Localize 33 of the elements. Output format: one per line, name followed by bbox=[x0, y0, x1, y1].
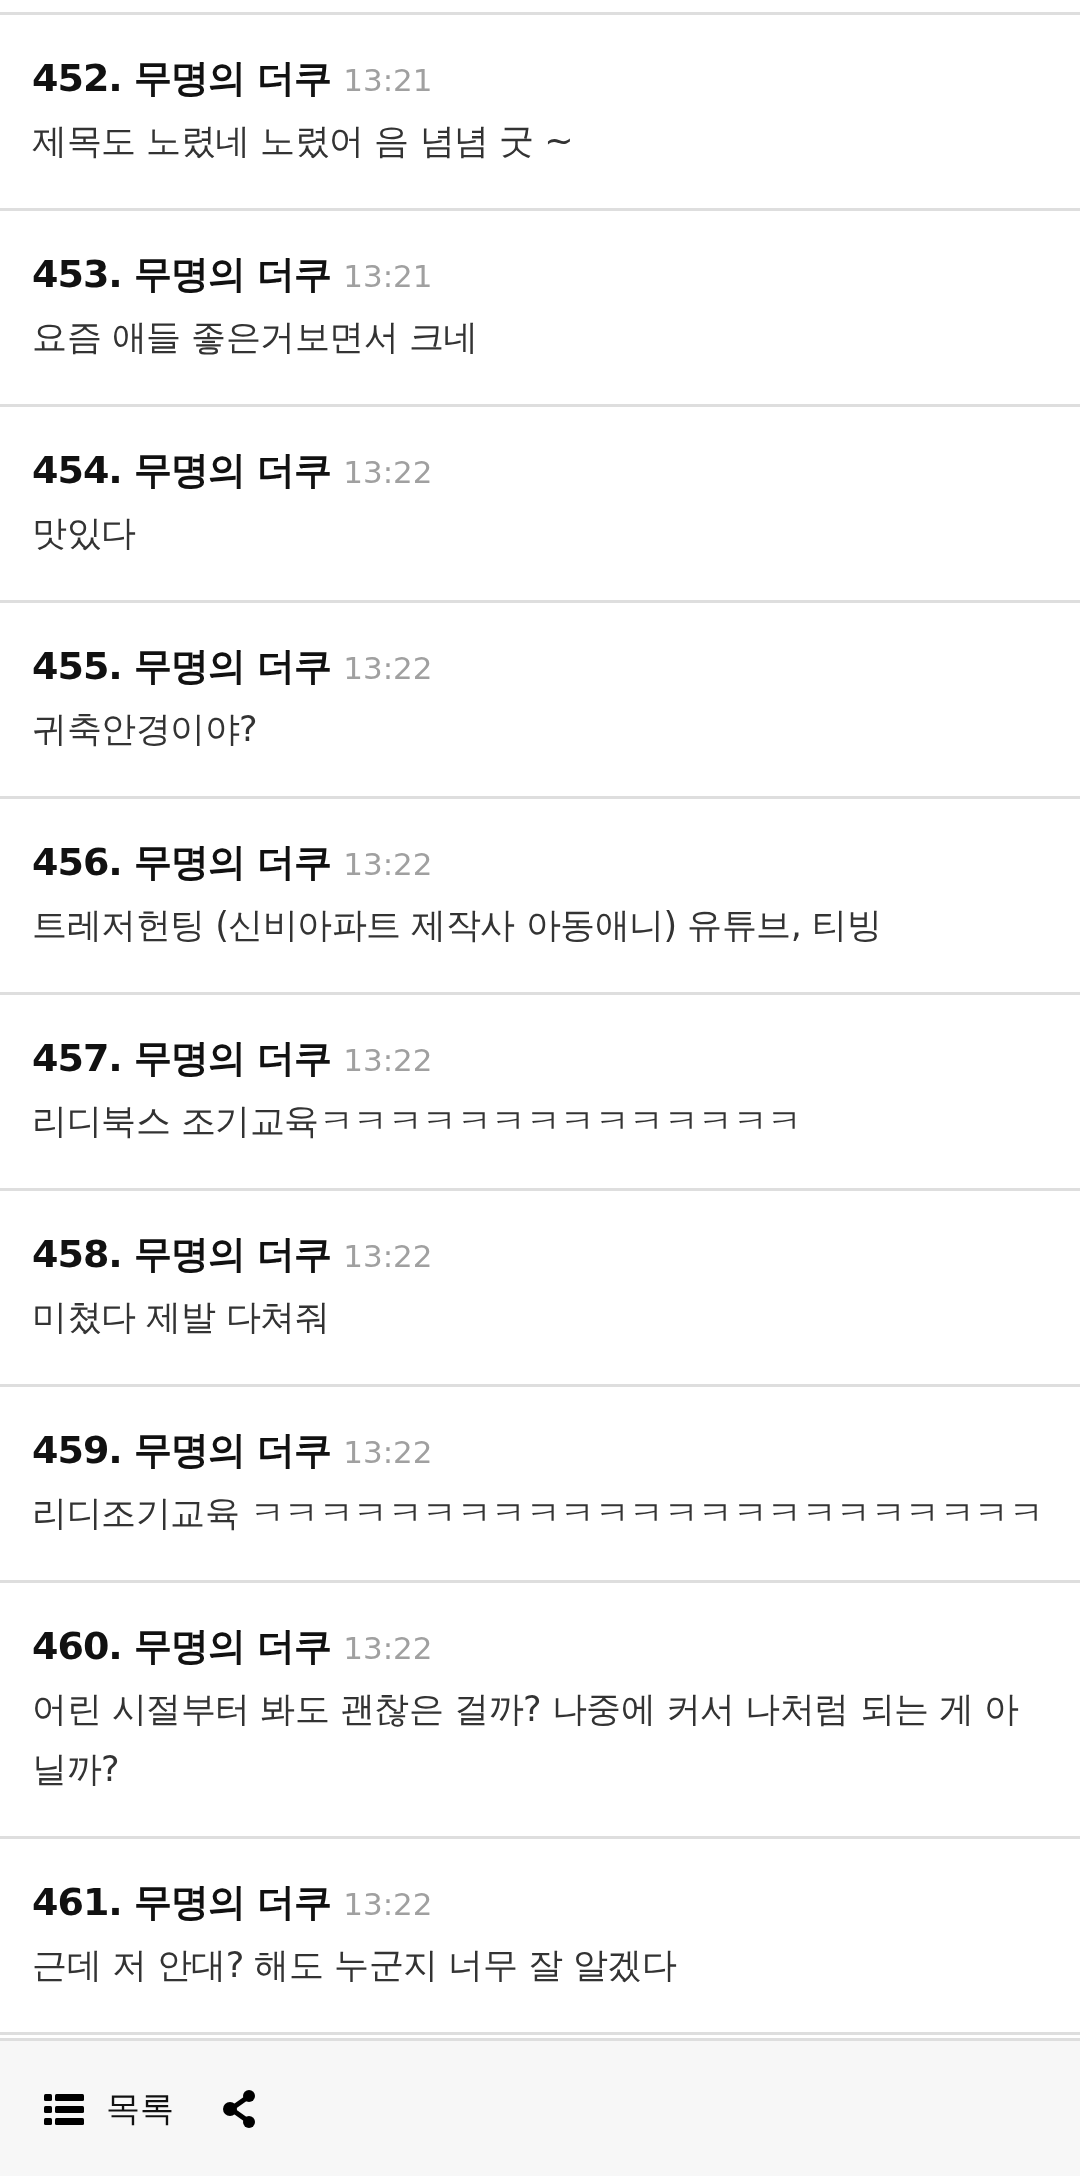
list-icon bbox=[44, 2091, 84, 2126]
comment-author: 456. 무명의 더쿠 bbox=[32, 839, 332, 886]
comment-time: 13:22 bbox=[343, 1433, 433, 1472]
comment-time: 13:22 bbox=[343, 453, 433, 492]
comment-author: 457. 무명의 더쿠 bbox=[32, 1035, 332, 1082]
comment-text: 리디조기교육 ㅋㅋㅋㅋㅋㅋㅋㅋㅋㅋㅋㅋㅋㅋㅋㅋㅋㅋㅋㅋㅋㅋㅋ bbox=[32, 1492, 1045, 1535]
comment-text: 어린 시절부터 봐도 괜찮은 걸까? 나중에 커서 나처럼 되는 게 아닐까? bbox=[32, 1688, 1020, 1791]
comment-text: 제목도 노렸네 노렸어 음 념념 굿 ~ bbox=[32, 120, 575, 163]
comment-author: 458. 무명의 더쿠 bbox=[32, 1231, 332, 1278]
comment-author: 455. 무명의 더쿠 bbox=[32, 643, 332, 690]
comment-text: 미쳤다 제발 다쳐줘 bbox=[32, 1296, 331, 1339]
comment-time: 13:21 bbox=[343, 61, 433, 100]
list-button[interactable]: 목록 bbox=[44, 2085, 174, 2132]
comment-author: 454. 무명의 더쿠 bbox=[32, 447, 332, 494]
comment-text: 귀축안경이야? bbox=[32, 708, 259, 751]
comment-time: 13:22 bbox=[343, 1885, 433, 1924]
comment-author: 453. 무명의 더쿠 bbox=[32, 251, 332, 298]
comment-time: 13:22 bbox=[343, 649, 433, 688]
comment-time: 13:21 bbox=[343, 257, 433, 296]
comment-author: 459. 무명의 더쿠 bbox=[32, 1427, 332, 1474]
comment-time: 13:22 bbox=[343, 1237, 433, 1276]
comment-time: 13:22 bbox=[343, 845, 433, 884]
comment-time: 13:22 bbox=[343, 1041, 433, 1080]
comment-author: 460. 무명의 더쿠 bbox=[32, 1623, 332, 1670]
comment-text: 리디북스 조기교육ㅋㅋㅋㅋㅋㅋㅋㅋㅋㅋㅋㅋㅋㅋ bbox=[32, 1100, 803, 1143]
comment-text: 근데 저 안대? 해도 누군지 너무 잘 알겠다 bbox=[32, 1944, 678, 1987]
comment-author: 452. 무명의 더쿠 bbox=[32, 55, 332, 102]
comment-text: 요즘 애들 좋은거보면서 크네 bbox=[32, 316, 479, 359]
comment-text: 트레저헌팅 (신비아파트 제작사 아동애니) 유튜브, 티빙 bbox=[32, 904, 883, 947]
comment-time: 13:22 bbox=[343, 1629, 433, 1668]
comment-author: 461. 무명의 더쿠 bbox=[32, 1879, 332, 1926]
comment-text: 맛있다 bbox=[32, 512, 137, 555]
share-icon[interactable] bbox=[222, 2088, 258, 2129]
